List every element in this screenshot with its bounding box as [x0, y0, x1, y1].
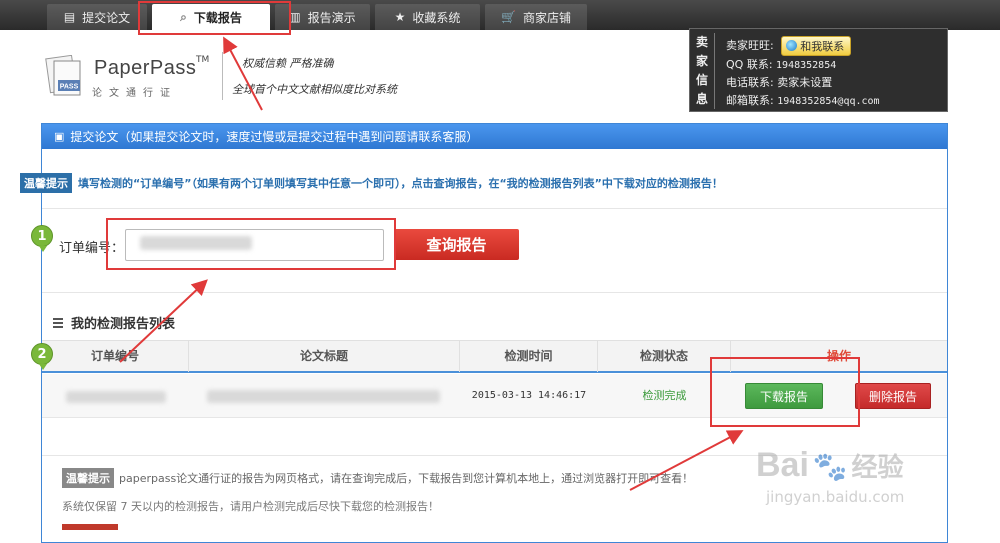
delete-report-button[interactable]: 删除报告 [855, 383, 931, 409]
highlight-box-input [106, 218, 396, 270]
logo-subtitle: 论文通行证 [92, 88, 177, 99]
baidu-watermark: Bai 🐾 经验 jingyan.baidu.com [756, 446, 905, 506]
highlight-box-download [710, 357, 860, 427]
redacted-paper-title [207, 390, 440, 403]
download-note: 温馨提示 paperpass论文通行证的报告为网页格式，请在查询完成后，下载报告… [62, 468, 693, 488]
column-header: 论文标题 [189, 341, 460, 372]
tip-badge: 温馨提示 [20, 173, 72, 193]
bottom-button-edge[interactable] [62, 524, 118, 530]
qq-row: QQ 联系: 1948352854 [726, 58, 837, 71]
tab-submit-paper[interactable]: ▤ 提交论文 [47, 4, 147, 30]
tab-favorites[interactable]: ★ 收藏系统 [375, 4, 480, 30]
step-marker-2: 2 [31, 343, 53, 370]
report-list-title: 我的检测报告列表 [53, 313, 175, 332]
divider [714, 33, 715, 109]
arrow-to-tab [223, 36, 263, 111]
divider [222, 52, 223, 100]
redacted-order-number [66, 391, 166, 403]
highlight-box-tab [138, 1, 291, 35]
tip-row: 温馨提示 填写检测的“订单编号”（如果有两个订单则填写其中任意一个即可），点击查… [20, 173, 723, 193]
tip-text: 填写检测的“订单编号”（如果有两个订单则填写其中任意一个即可），点击查询报告，在… [78, 177, 723, 190]
slogan-line-2: 全球首个中文文献相似度比对系统 [232, 83, 397, 96]
step-marker-1: 1 [31, 225, 53, 252]
wangwang-icon [786, 40, 798, 51]
column-header: 订单编号 [42, 341, 189, 372]
slogan-line-1: 权威信赖 严格准确 [242, 57, 334, 70]
svg-text:PASS: PASS [60, 84, 79, 91]
monitor-icon: ▣ [54, 130, 65, 143]
paw-icon: 🐾 [812, 450, 848, 483]
phone-row: 电话联系: 卖家未设置 [726, 76, 833, 89]
document-icon: ▤ [63, 10, 76, 24]
email-row: 邮箱联系: 1948352854@qq.com [726, 94, 880, 107]
divider [42, 292, 947, 293]
tip-badge: 温馨提示 [62, 468, 114, 488]
seller-info-header: 卖 家 信 息 [696, 35, 709, 106]
query-report-button[interactable]: 查询报告 [394, 229, 519, 260]
trademark: TM [196, 55, 210, 65]
seller-info-box: 卖 家 信 息 卖家旺旺: 和我联系 QQ 联系: 1948352854 电话联… [689, 28, 948, 112]
column-header: 检测时间 [460, 341, 598, 372]
paperpass-logo-icon: PASS [45, 55, 81, 96]
bar-chart-icon: ▥ [289, 10, 301, 24]
wangwang-row: 卖家旺旺: 和我联系 [726, 36, 852, 56]
cart-icon: 🛒 [501, 10, 516, 24]
retention-note: 系统仅保留 7 天以内的检测报告，请用户检测完成后尽快下载您的检测报告！ [62, 500, 439, 513]
logo-name: PaperPass [94, 57, 197, 79]
tab-shop[interactable]: 🛒 商家店铺 [485, 4, 587, 30]
check-time: 2015-03-13 14:46:17 [471, 390, 587, 401]
divider [42, 208, 947, 209]
star-icon: ★ [394, 10, 406, 24]
list-icon [53, 317, 63, 328]
panel-header: ▣ 提交论文（如果提交论文时，速度过慢或是提交过程中遇到问题请联系客服） [42, 124, 947, 149]
contact-me-button[interactable]: 和我联系 [781, 36, 852, 56]
